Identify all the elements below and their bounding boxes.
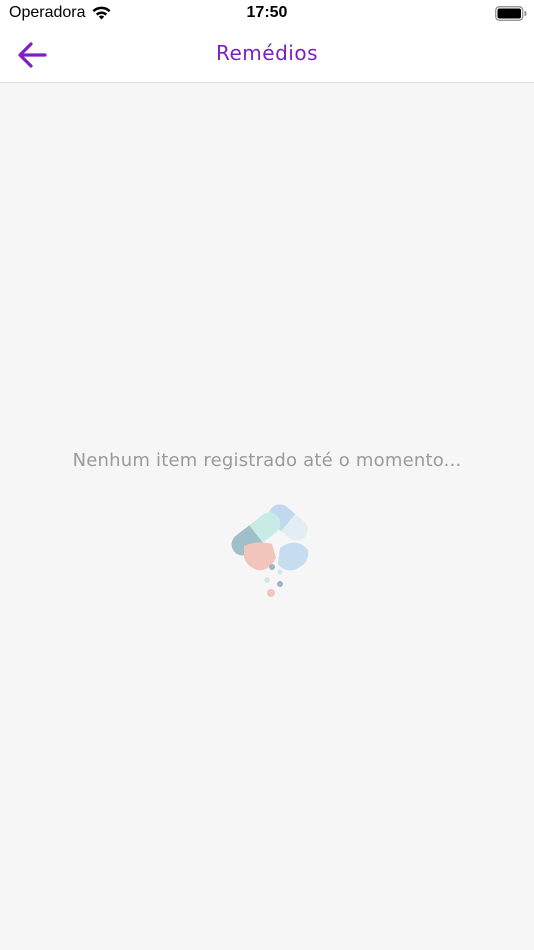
- app-screen: Operadora 17:50 Remédios Nenhum item reg…: [0, 0, 534, 950]
- battery-icon: [495, 6, 527, 21]
- clock: 17:50: [246, 4, 288, 21]
- navigation-bar: Remédios: [0, 28, 534, 83]
- pills-icon: [231, 504, 309, 597]
- empty-state-message: Nenhum item registrado até o momento...: [72, 450, 462, 471]
- status-bar: Operadora 17:50: [0, 0, 534, 28]
- page-title: Remédios: [216, 41, 318, 65]
